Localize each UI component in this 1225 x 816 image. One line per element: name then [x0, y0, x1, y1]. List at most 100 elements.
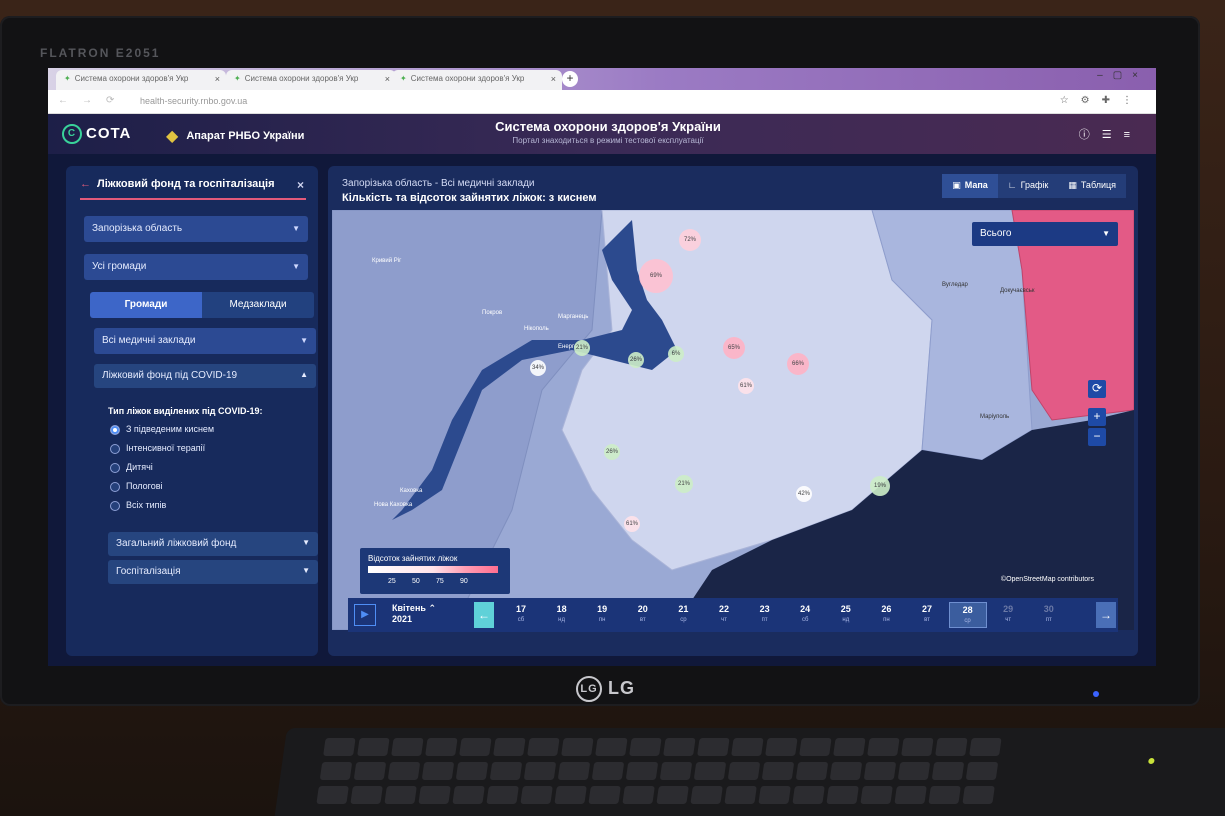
timeline-day[interactable]: 19 пн — [583, 602, 621, 628]
refresh-icon[interactable]: ⟳ — [1088, 380, 1106, 398]
zoom-in-button[interactable]: + — [1088, 408, 1106, 426]
month-selector[interactable]: Квітень ⌃ 2021 — [392, 603, 436, 625]
facility-select[interactable]: Всі медичні заклади ▼ — [94, 328, 316, 354]
browser-tab[interactable]: ✦ Система охорони здоров'я Укр × — [392, 70, 562, 90]
tab-map[interactable]: ▣ Мапа — [942, 174, 998, 198]
url-text[interactable]: health-security.rnbo.gov.ua — [140, 96, 247, 106]
tab-communities[interactable]: Громади — [90, 292, 202, 318]
map-marker[interactable]: 65% — [723, 337, 745, 359]
map-marker[interactable]: 6% — [668, 346, 684, 362]
breadcrumb: Запорізька область - Всі медичні заклади — [342, 178, 535, 189]
timeline-day[interactable]: 17 сб — [502, 602, 540, 628]
tab-table[interactable]: ▦ Таблиця — [1058, 174, 1126, 198]
map-marker[interactable]: 34% — [530, 360, 546, 376]
menu-icon[interactable]: ≡ — [1124, 129, 1142, 141]
info-icon[interactable]: ⓘ — [1079, 129, 1102, 141]
map-marker[interactable]: 61% — [738, 378, 754, 394]
browser-tab[interactable]: ✦ Система охорони здоров'я Укр × — [56, 70, 226, 90]
close-icon[interactable]: × — [551, 74, 556, 84]
map[interactable]: Кривий Ріг Покров Нікополь Марганець Ене… — [332, 210, 1134, 630]
radio-children[interactable]: Дитячі — [110, 462, 153, 476]
key — [595, 738, 628, 756]
region-select[interactable]: Запорізька область ▼ — [84, 216, 308, 242]
key — [425, 738, 458, 756]
rnbo-label: Апарат РНБО України — [186, 129, 305, 142]
new-tab-button[interactable]: + — [562, 71, 578, 87]
timeline-day[interactable]: 24 сб — [786, 602, 824, 628]
key-row — [323, 738, 1006, 756]
power-led[interactable] — [1093, 691, 1099, 697]
window-controls[interactable]: –▢× — [1097, 70, 1148, 81]
key — [693, 762, 727, 780]
hospitalization-section[interactable]: Госпіталізація ▼ — [108, 560, 318, 584]
covid-beds-section[interactable]: Ліжковий фонд під COVID-19 ▲ — [94, 364, 316, 388]
radio-dot[interactable] — [110, 462, 120, 473]
tab-facilities[interactable]: Медзаклади — [202, 292, 314, 318]
map-marker[interactable]: 61% — [624, 516, 640, 532]
close-icon[interactable]: × — [215, 74, 220, 84]
map-marker[interactable]: 21% — [675, 475, 693, 493]
timeline-day[interactable]: 27 вт — [908, 602, 946, 628]
extension-icons[interactable]: ☆⚙✚⋮ — [1060, 95, 1144, 106]
radio-maternity[interactable]: Пологові — [110, 481, 163, 495]
cota-logo[interactable]: C COTA — [62, 124, 131, 144]
tab-chart[interactable]: ∟ Графік — [997, 174, 1059, 198]
map-marker[interactable]: 19% — [870, 476, 890, 496]
close-icon[interactable]: × — [385, 74, 390, 84]
timeline-day[interactable]: 26 пн — [867, 602, 905, 628]
osm-attribution[interactable]: ©OpenStreetMap contributors — [1001, 576, 1094, 583]
play-button[interactable]: ▶ — [354, 604, 376, 626]
key — [489, 762, 523, 780]
radio-all-types[interactable]: Всіх типів — [110, 500, 166, 514]
timeline-day[interactable]: 22 чт — [705, 602, 743, 628]
radio-dot[interactable] — [110, 424, 120, 435]
monitor-bezel: FLATRON E2051 ✦ Система охорони здоров'я … — [0, 16, 1200, 706]
map-marker[interactable]: 26% — [604, 444, 620, 460]
community-select[interactable]: Усі громади ▼ — [84, 254, 308, 280]
back-arrow-icon[interactable]: ← — [80, 178, 91, 190]
tab-chart-label: Графік — [1020, 180, 1049, 190]
timeline-day[interactable]: 18 нд — [543, 602, 581, 628]
map-marker[interactable]: 66% — [787, 353, 809, 375]
zoom-out-button[interactable]: − — [1088, 428, 1106, 446]
list-icon[interactable]: ☰ — [1102, 129, 1124, 141]
radio-dot[interactable] — [110, 500, 120, 511]
leaf-icon: ✦ — [64, 74, 71, 83]
timeline-day[interactable]: 23 пт — [746, 602, 784, 628]
day-number: 21 — [678, 604, 689, 614]
radio-dot[interactable] — [110, 443, 120, 454]
map-marker[interactable]: 69% — [639, 259, 673, 293]
timeline-day[interactable]: 28 ср — [948, 602, 987, 628]
timeline-day[interactable]: 20 вт — [624, 602, 662, 628]
rnbo-logo[interactable]: ◆ Апарат РНБО України — [166, 126, 304, 146]
browser-tab[interactable]: ✦ Система охорони здоров'я Укр × — [226, 70, 396, 90]
filter-select[interactable]: Всього ▼ — [972, 222, 1118, 246]
chevron-down-icon: ▼ — [300, 336, 308, 345]
timeline-day[interactable]: 25 нд — [827, 602, 865, 628]
key — [931, 762, 965, 780]
keyboard-led — [1147, 758, 1155, 764]
radio-icu[interactable]: Інтенсивної терапії — [110, 443, 205, 457]
total-beds-section[interactable]: Загальний ліжковий фонд ▼ — [108, 532, 318, 556]
address-bar[interactable]: ←→⟳ health-security.rnbo.gov.ua ☆⚙✚⋮ — [48, 90, 1156, 114]
map-marker[interactable]: 42% — [796, 486, 812, 502]
key — [316, 786, 349, 804]
map-icon: ▣ — [952, 180, 961, 190]
map-marker[interactable]: 72% — [679, 229, 701, 251]
next-day-button[interactable]: → — [1096, 602, 1116, 628]
day-number: 27 — [921, 604, 932, 614]
nav-buttons[interactable]: ←→⟳ — [58, 95, 128, 106]
day-number: 24 — [800, 604, 811, 614]
timeline-day[interactable]: 21 ср — [664, 602, 702, 628]
filter-value: Всього — [980, 228, 1012, 239]
radio-oxygen[interactable]: З підведеним киснем — [110, 424, 214, 438]
day-number: 19 — [597, 604, 608, 614]
header-actions[interactable]: ⓘ☰≡ — [1079, 126, 1142, 142]
map-marker[interactable]: 26% — [628, 352, 644, 368]
browser-tabbar: ✦ Система охорони здоров'я Укр × ✦ Система… — [48, 68, 1156, 90]
close-icon[interactable]: × — [297, 178, 304, 192]
key — [527, 738, 560, 756]
map-marker[interactable]: 21% — [574, 340, 590, 356]
radio-dot[interactable] — [110, 481, 120, 492]
prev-day-button[interactable]: ← — [474, 602, 494, 628]
